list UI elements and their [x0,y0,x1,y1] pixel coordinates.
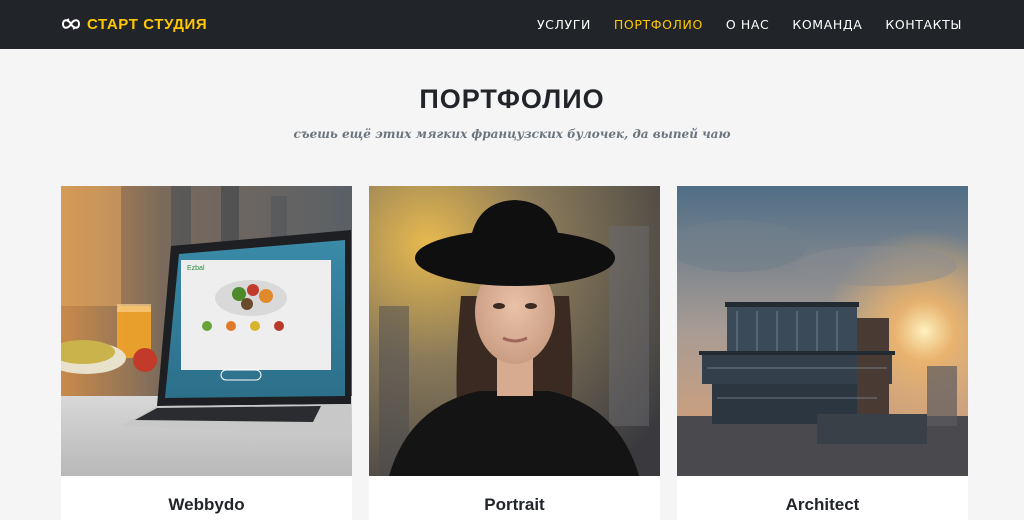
nav-link-portfolio[interactable]: ПОРТФОЛИО [614,17,703,32]
top-navbar: СТАРТ СТУДИЯ УСЛУГИ ПОРТФОЛИО О НАС КОМА… [0,0,1024,49]
screen-site-logo: Ezbal [187,265,205,272]
portfolio-item-portrait[interactable]: Portrait [369,186,660,520]
portfolio-item-title: Architect [785,495,860,514]
infinity-logo-icon [61,18,81,30]
portfolio-item-webbydo[interactable]: Ezbal Webbydo [61,186,352,520]
modern-building-sunset-photo[interactable] [677,186,968,476]
portfolio-item-title: Webbydo [168,495,245,514]
woman-in-hat-portrait-photo[interactable] [369,186,660,476]
nav-link-contacts[interactable]: КОНТАКТЫ [885,17,962,32]
brand-link[interactable]: СТАРТ СТУДИЯ [60,13,207,35]
nav-link-services[interactable]: УСЛУГИ [537,17,591,32]
laptop-on-table-photo[interactable]: Ezbal [61,186,352,476]
portfolio-item-architect[interactable]: Architect [677,186,968,520]
nav-link-about[interactable]: О НАС [726,17,770,32]
portfolio-item-title: Portrait [484,495,545,514]
section-heading: ПОРТФОЛИО [419,84,605,114]
section-subheading: съешь ещё этих мягких французских булоче… [293,127,731,141]
brand-name: СТАРТ СТУДИЯ [87,15,208,33]
nav-link-team[interactable]: КОМАНДА [792,17,862,32]
nav-menu: УСЛУГИ ПОРТФОЛИО О НАС КОМАНДА КОНТАКТЫ [537,0,962,49]
